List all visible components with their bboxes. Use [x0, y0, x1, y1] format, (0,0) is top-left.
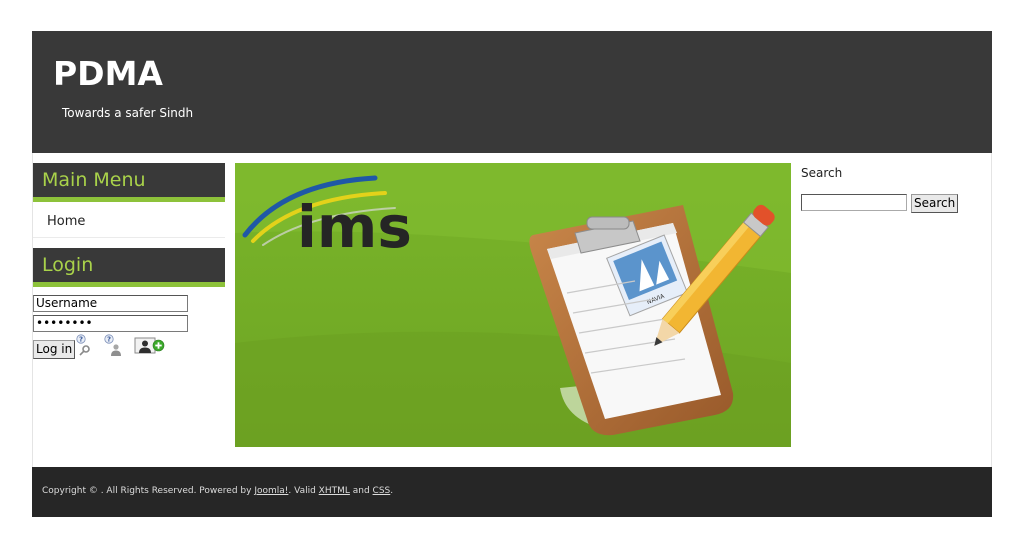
- site-title[interactable]: PDMA: [53, 55, 163, 93]
- search-input[interactable]: [801, 194, 907, 211]
- main-menu-heading: Main Menu: [33, 163, 225, 202]
- css-link[interactable]: CSS: [373, 486, 391, 496]
- menu-item-home[interactable]: Home: [33, 205, 225, 238]
- footer-copyright: Copyright © . All Rights Reserved. Power…: [42, 486, 255, 496]
- footer-period: .: [390, 486, 394, 496]
- ims-logo-text: ims: [297, 193, 412, 261]
- main-menu-title: Main Menu: [42, 169, 146, 191]
- footer-text: Copyright © . All Rights Reserved. Power…: [42, 486, 393, 496]
- menu-item-home-link[interactable]: Home: [47, 214, 85, 229]
- site-tagline: Towards a safer Sindh: [62, 106, 194, 120]
- site-header: PDMA Towards a safer Sindh: [32, 31, 992, 153]
- username-input[interactable]: [33, 295, 188, 312]
- forgot-password-icon[interactable]: ?: [76, 334, 92, 356]
- login-button[interactable]: Log in: [33, 340, 76, 359]
- login-title: Login: [42, 254, 94, 276]
- register-icon[interactable]: [134, 334, 166, 356]
- forgot-username-icon[interactable]: ?: [104, 334, 122, 356]
- svg-text:?: ?: [79, 336, 83, 344]
- search-button[interactable]: Search: [911, 194, 959, 213]
- password-input[interactable]: [33, 315, 188, 332]
- banner-image: ims NAVIA: [235, 163, 791, 447]
- xhtml-link[interactable]: XHTML: [319, 486, 350, 496]
- svg-text:?: ?: [107, 336, 111, 344]
- footer-and: and: [349, 486, 373, 496]
- login-heading: Login: [33, 248, 225, 287]
- site-footer: Copyright © . All Rights Reserved. Power…: [32, 467, 992, 517]
- search-label: Search: [801, 166, 843, 180]
- footer-valid: . Valid: [288, 486, 319, 496]
- main-content: Main Menu Home Login Log in ? ?: [32, 153, 992, 467]
- joomla-link[interactable]: Joomla!: [254, 486, 288, 496]
